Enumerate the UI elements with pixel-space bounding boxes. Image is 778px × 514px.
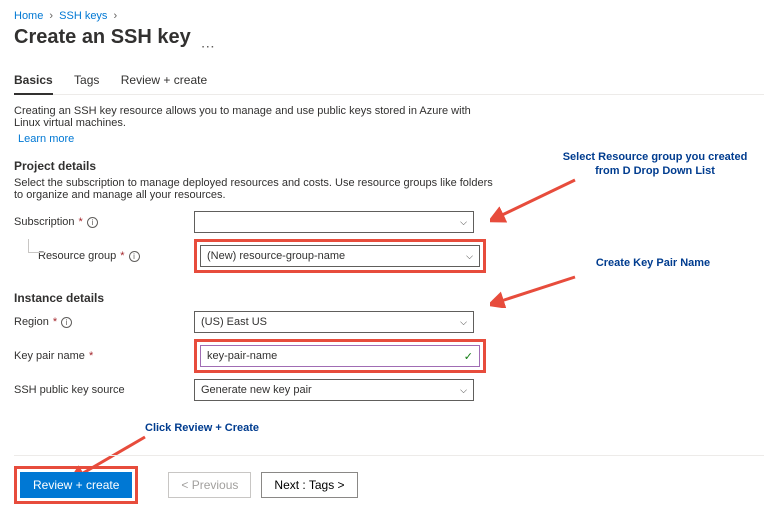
next-button[interactable]: Next : Tags > — [261, 472, 357, 498]
footer: Review + create < Previous Next : Tags > — [14, 455, 764, 504]
tab-basics[interactable]: Basics — [14, 67, 53, 95]
page-title: Create an SSH key — [14, 26, 191, 49]
annotation-highlight: key-pair-name ✓ — [194, 339, 486, 373]
annotation-review: Click Review + Create — [145, 421, 259, 435]
ssh-source-dropdown[interactable]: Generate new key pair ⌵ — [194, 379, 474, 401]
subscription-label: Subscription * i — [14, 216, 194, 228]
tab-tags[interactable]: Tags — [74, 67, 99, 93]
required-asterisk: * — [89, 350, 93, 362]
resource-group-dropdown[interactable]: (New) resource-group-name ⌵ — [200, 245, 480, 267]
tab-review-create[interactable]: Review + create — [121, 67, 207, 93]
required-asterisk: * — [120, 250, 124, 262]
chevron-right-icon: › — [114, 10, 118, 22]
keypair-name-label: Key pair name * — [14, 350, 194, 362]
info-icon[interactable]: i — [129, 251, 140, 262]
required-asterisk: * — [79, 216, 83, 228]
more-actions-icon[interactable]: ⋯ — [201, 38, 215, 55]
annotation-highlight: Review + create — [14, 466, 138, 504]
review-create-button[interactable]: Review + create — [20, 472, 132, 498]
instance-details-title: Instance details — [14, 291, 764, 305]
ssh-source-label: SSH public key source — [14, 384, 194, 396]
info-icon[interactable]: i — [61, 317, 72, 328]
indent-line — [28, 239, 46, 253]
subscription-dropdown[interactable]: ⌵ — [194, 211, 474, 233]
region-label: Region * i — [14, 316, 194, 328]
chevron-right-icon: › — [49, 10, 53, 22]
annotation-rg: Select Resource group you created from D… — [555, 150, 755, 179]
project-details-desc: Select the subscription to manage deploy… — [14, 177, 494, 201]
keypair-name-input[interactable]: key-pair-name ✓ — [200, 345, 480, 367]
info-icon[interactable]: i — [87, 217, 98, 228]
required-asterisk: * — [53, 316, 57, 328]
breadcrumb-ssh-keys[interactable]: SSH keys — [59, 10, 107, 22]
tabs: Basics Tags Review + create — [14, 67, 764, 95]
learn-more-link[interactable]: Learn more — [18, 133, 74, 145]
breadcrumb-home[interactable]: Home — [14, 10, 43, 22]
chevron-down-icon: ⌵ — [460, 385, 467, 396]
breadcrumb: Home › SSH keys › — [14, 10, 764, 22]
region-dropdown[interactable]: (US) East US ⌵ — [194, 311, 474, 333]
chevron-down-icon: ⌵ — [460, 217, 467, 228]
annotation-highlight: (New) resource-group-name ⌵ — [194, 239, 486, 273]
previous-button: < Previous — [168, 472, 251, 498]
intro-text: Creating an SSH key resource allows you … — [14, 105, 494, 129]
chevron-down-icon: ⌵ — [460, 317, 467, 328]
chevron-down-icon: ⌵ — [466, 251, 473, 262]
annotation-keypair: Create Key Pair Name — [573, 256, 733, 270]
check-icon: ✓ — [464, 350, 473, 363]
